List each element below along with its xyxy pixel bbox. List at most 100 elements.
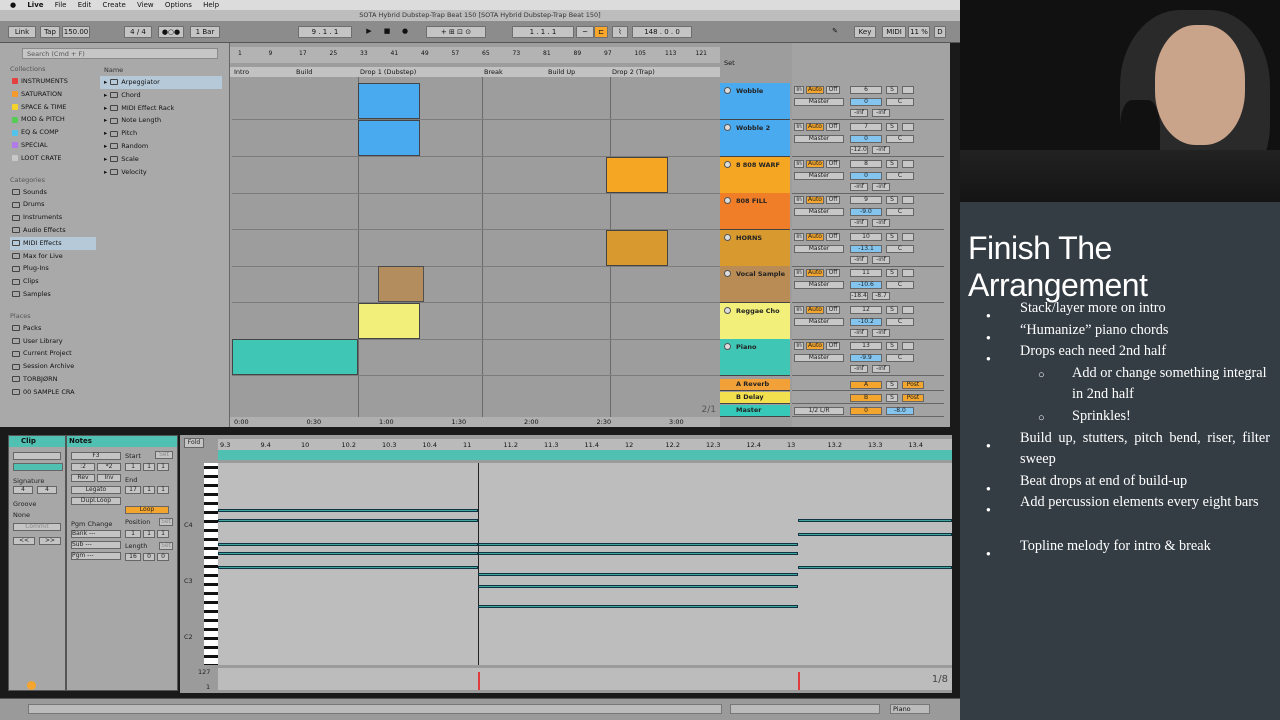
category-item[interactable]: MIDI Effects: [10, 236, 96, 250]
category-item[interactable]: Samples: [10, 288, 96, 301]
monitor-auto-button[interactable]: Auto: [806, 342, 824, 350]
return-activator[interactable]: A: [850, 381, 882, 389]
link-button[interactable]: Link: [8, 26, 36, 38]
length-sixteenth[interactable]: 0: [157, 553, 169, 561]
start-sixteenth[interactable]: 1: [157, 463, 169, 471]
fold-button[interactable]: Fold: [184, 438, 204, 448]
stop-icon[interactable]: ■: [380, 26, 394, 38]
track-header[interactable]: HORNS: [720, 230, 790, 267]
place-item[interactable]: Packs: [10, 322, 96, 335]
midi-note[interactable]: [218, 566, 478, 569]
solo-button[interactable]: S: [886, 233, 898, 241]
output-routing-menu[interactable]: Master: [794, 172, 844, 180]
monitor-auto-button[interactable]: Auto: [806, 86, 824, 94]
place-item[interactable]: User Library: [10, 335, 96, 348]
midi-note[interactable]: [478, 543, 798, 546]
send-a-field[interactable]: -inf: [850, 219, 868, 227]
track-activator-number[interactable]: 11: [850, 269, 882, 277]
loop-switch[interactable]: ⊏: [594, 26, 608, 38]
monitor-in-button[interactable]: In: [794, 269, 804, 277]
solo-button[interactable]: S: [886, 269, 898, 277]
place-item[interactable]: Current Project: [10, 347, 96, 360]
arm-button[interactable]: [902, 306, 914, 314]
track-lane[interactable]: [232, 120, 720, 157]
collection-item[interactable]: INSTRUMENTS: [10, 75, 96, 88]
track-header[interactable]: Wobble: [720, 83, 790, 120]
send-a-field[interactable]: -inf: [850, 256, 868, 264]
monitor-in-button[interactable]: In: [794, 196, 804, 204]
monitor-auto-button[interactable]: Auto: [806, 233, 824, 241]
monitor-in-button[interactable]: In: [794, 306, 804, 314]
arrangement-clip[interactable]: [358, 120, 420, 156]
time-ruler[interactable]: 0:00 0:30 1:00 1:30 2:00 2:30 3:00: [230, 417, 720, 427]
position-set-button[interactable]: Set: [159, 518, 173, 526]
track-activator-number[interactable]: 10: [850, 233, 882, 241]
collection-item[interactable]: SPACE & TIME: [10, 101, 96, 114]
invert-button[interactable]: Inv: [97, 474, 121, 482]
track-lane[interactable]: [232, 83, 720, 120]
solo-button[interactable]: S: [886, 381, 898, 389]
category-item[interactable]: Audio Effects: [10, 224, 96, 237]
sig-numerator[interactable]: 4: [13, 486, 33, 494]
solo-button[interactable]: S: [886, 86, 898, 94]
position-sixteenth[interactable]: 1: [157, 530, 169, 538]
locator-marker[interactable]: Build: [296, 68, 312, 76]
pan-field[interactable]: C: [886, 172, 914, 180]
output-routing-menu[interactable]: Master: [794, 318, 844, 326]
piano-keyboard[interactable]: [204, 463, 218, 665]
arrangement-view[interactable]: 1 9 17 25 33 41 49 57 65 73 81 89 97 105 113 121 Intro B…: [230, 43, 736, 427]
key-map-button[interactable]: Key: [854, 26, 876, 38]
volume-field[interactable]: 0: [850, 172, 882, 180]
send-a-field[interactable]: -inf: [850, 109, 868, 117]
send-b-field[interactable]: -inf: [872, 183, 890, 191]
volume-field[interactable]: 0: [850, 98, 882, 106]
sub-field[interactable]: Sub ---: [71, 541, 121, 549]
midi-note[interactable]: [798, 533, 952, 536]
return-activator[interactable]: B: [850, 394, 882, 402]
post-button[interactable]: Post: [902, 394, 924, 402]
midi-note[interactable]: [218, 543, 478, 546]
beat-ruler[interactable]: 1 9 17 25 33 41 49 57 65 73 81 89 97 105 113 121: [230, 47, 720, 63]
reverse-button[interactable]: Rev: [71, 474, 95, 482]
arrangement-clip[interactable]: [358, 303, 420, 339]
track-fold-icon[interactable]: [724, 307, 731, 314]
midi-note[interactable]: [218, 552, 478, 555]
output-routing-menu[interactable]: Master: [794, 98, 844, 106]
solo-button[interactable]: S: [886, 123, 898, 131]
menu-options[interactable]: Options: [165, 1, 192, 9]
monitor-in-button[interactable]: In: [794, 342, 804, 350]
volume-field[interactable]: -13.1: [850, 245, 882, 253]
monitor-off-button[interactable]: Off: [826, 160, 840, 168]
pan-field[interactable]: C: [886, 98, 914, 106]
expand-icon[interactable]: ▸: [104, 140, 107, 153]
master-volume-field[interactable]: 0: [850, 407, 882, 415]
arrangement-clip[interactable]: [606, 157, 668, 193]
volume-field[interactable]: -10.2: [850, 318, 882, 326]
pan-field[interactable]: C: [886, 245, 914, 253]
pan-field[interactable]: C: [886, 208, 914, 216]
monitor-off-button[interactable]: Off: [826, 123, 840, 131]
expand-icon[interactable]: ▸: [104, 89, 107, 102]
monitor-in-button[interactable]: In: [794, 123, 804, 131]
end-sixteenth[interactable]: 1: [157, 486, 169, 494]
monitor-off-button[interactable]: Off: [826, 86, 840, 94]
send-a-field[interactable]: -inf: [850, 183, 868, 191]
monitor-off-button[interactable]: Off: [826, 269, 840, 277]
collection-item[interactable]: SPECIAL: [10, 139, 96, 152]
arm-button[interactable]: [902, 123, 914, 131]
midi-note[interactable]: [218, 519, 478, 522]
locator-marker[interactable]: Drop 1 (Dubstep): [360, 68, 416, 76]
midi-note[interactable]: [478, 552, 798, 555]
send-a-field[interactable]: -18.4: [850, 292, 868, 300]
arm-button[interactable]: [902, 342, 914, 350]
bank-field[interactable]: Bank ---: [71, 530, 121, 538]
note-value-field[interactable]: F3: [71, 452, 121, 460]
monitor-auto-button[interactable]: Auto: [806, 160, 824, 168]
category-item[interactable]: Plug-Ins: [10, 262, 96, 275]
master-cue-volume[interactable]: -8.0: [886, 407, 914, 415]
place-item[interactable]: TORBJØRN: [10, 373, 96, 386]
track-header[interactable]: 8 808 WARF: [720, 157, 790, 194]
groove-value[interactable]: None: [13, 511, 30, 519]
browser-item[interactable]: ▸ Note Length: [100, 114, 222, 127]
solo-button[interactable]: S: [886, 342, 898, 350]
